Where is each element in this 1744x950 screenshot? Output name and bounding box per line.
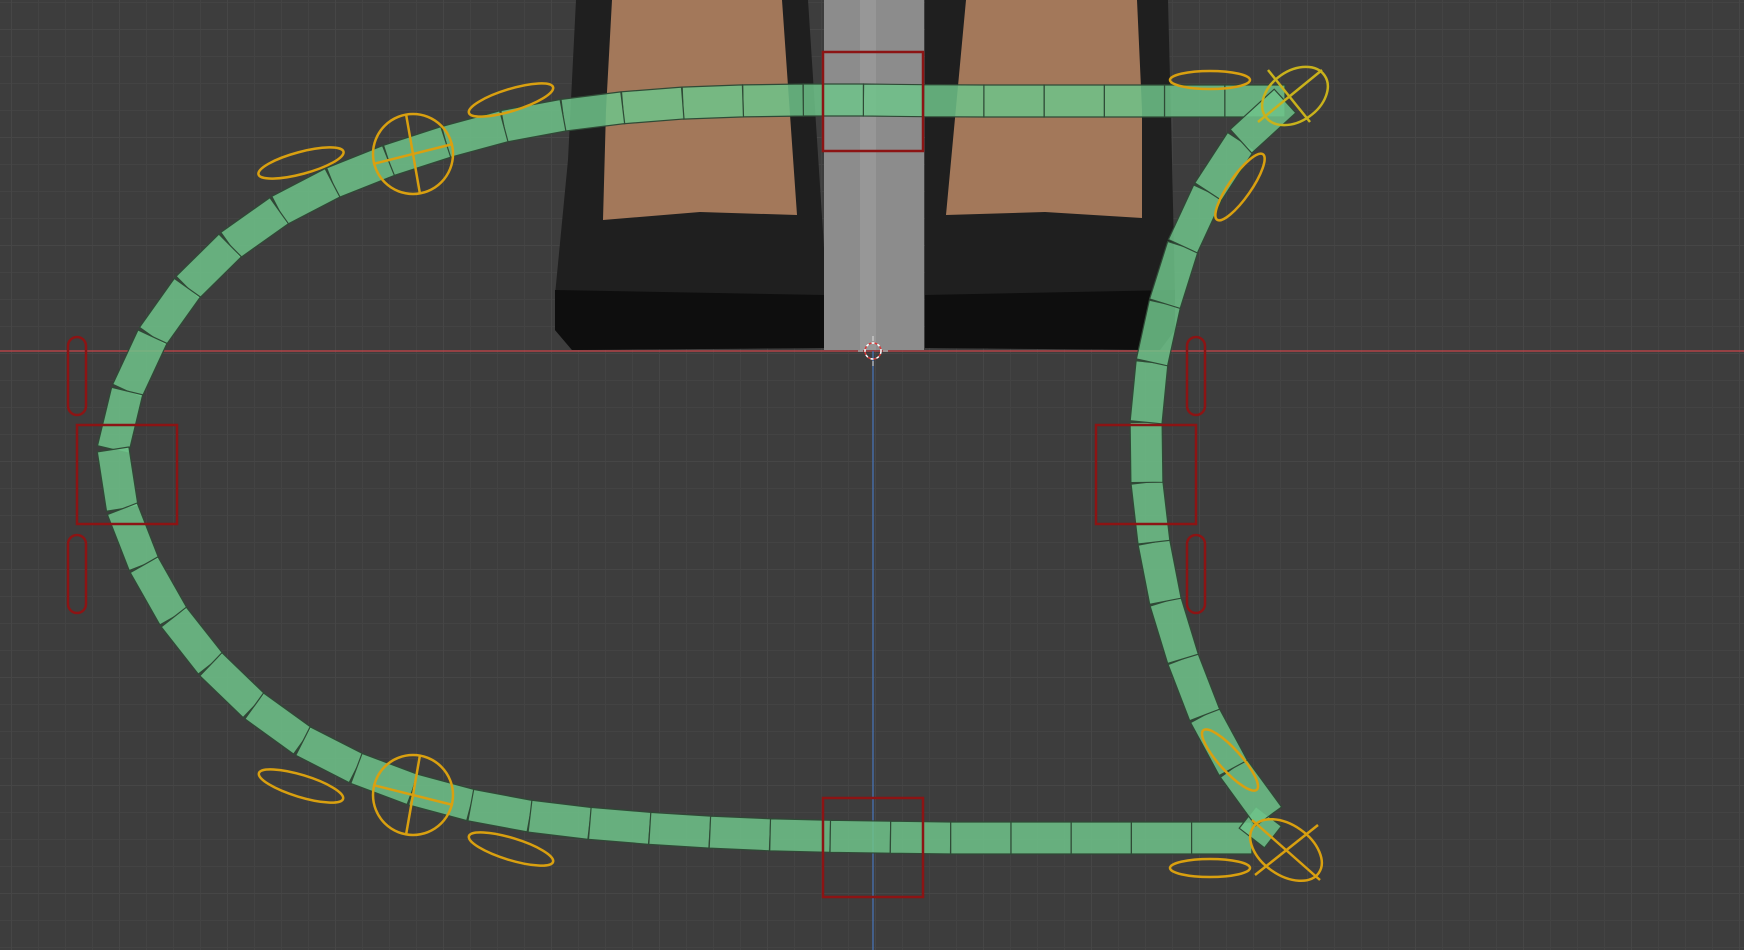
spline-segment[interactable]: [1103, 84, 1166, 118]
left-shoe-sole: [555, 290, 824, 350]
spline-segment[interactable]: [111, 329, 168, 399]
spline-segment[interactable]: [829, 819, 892, 854]
spline-segment[interactable]: [1010, 821, 1072, 855]
spline-segment[interactable]: [560, 91, 626, 132]
spline-segment[interactable]: [708, 815, 772, 852]
viewport-scene[interactable]: [0, 0, 1744, 950]
spline-segment[interactable]: [96, 386, 144, 454]
spline-segment[interactable]: [1149, 595, 1200, 665]
red-capsule-right-lower[interactable]: [1185, 533, 1207, 615]
spline-segment[interactable]: [467, 788, 534, 833]
spline-segment[interactable]: [950, 821, 1012, 855]
right-shoe-sole: [925, 290, 1175, 350]
spline-segment[interactable]: [862, 83, 925, 118]
spline-segment[interactable]: [294, 725, 365, 784]
spline-segment[interactable]: [1130, 821, 1193, 855]
spline-segment[interactable]: [350, 752, 420, 806]
red-capsule-right-upper[interactable]: [1185, 335, 1207, 417]
spline-segment[interactable]: [96, 446, 139, 512]
spline-segment[interactable]: [1137, 538, 1182, 606]
circle-control-bottom-right[interactable]: [1239, 807, 1333, 894]
spline-segment[interactable]: [1167, 652, 1221, 722]
spline-segment[interactable]: [500, 98, 567, 143]
spline-segment[interactable]: [382, 125, 452, 177]
spline-segment[interactable]: [648, 811, 712, 849]
spline-segment[interactable]: [922, 84, 985, 118]
spline-segment[interactable]: [1070, 821, 1133, 855]
yellow-capsule-bottom-right[interactable]: [1168, 857, 1252, 879]
red-capsule-left-lower[interactable]: [66, 533, 88, 615]
spline-segment[interactable]: [889, 820, 952, 855]
spline-segment[interactable]: [587, 806, 652, 845]
spline-segment[interactable]: [742, 83, 805, 118]
spline-segment[interactable]: [983, 84, 1045, 118]
spline-segment[interactable]: [681, 84, 745, 120]
3d-viewport[interactable]: [0, 0, 1744, 950]
spline-segment[interactable]: [620, 86, 685, 125]
spline-segment[interactable]: [1129, 360, 1169, 425]
spline-segment[interactable]: [1129, 421, 1164, 484]
spline-segment[interactable]: [527, 799, 593, 840]
spline-segment[interactable]: [440, 110, 509, 159]
red-capsule-left-upper[interactable]: [66, 335, 88, 417]
spline-segment[interactable]: [769, 818, 832, 853]
spline-segment[interactable]: [1130, 479, 1171, 545]
spline-segment[interactable]: [1043, 84, 1105, 118]
spline-segment[interactable]: [802, 83, 865, 117]
red-capsule-controls[interactable]: [66, 335, 1207, 615]
